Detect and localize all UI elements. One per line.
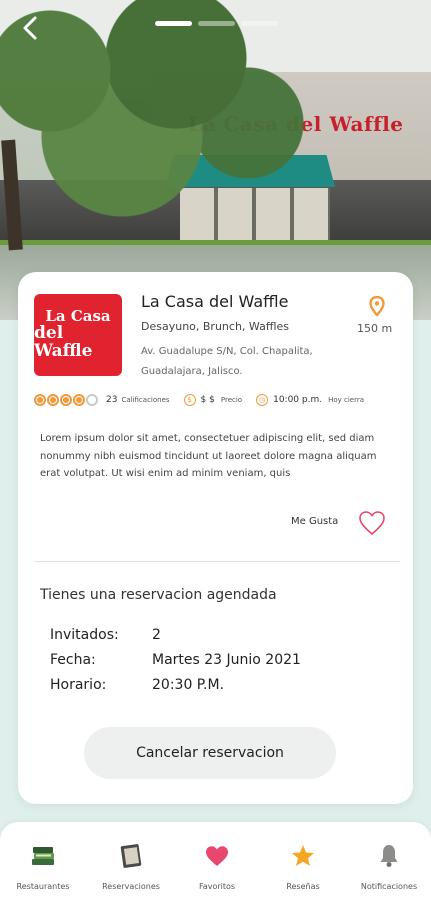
restaurant-description: Lorem ipsum dolor sit amet, consectetuer… <box>40 433 377 479</box>
books-icon <box>29 842 57 870</box>
rating-label: Calificaciones <box>121 396 170 404</box>
pager-dot-3[interactable] <box>241 21 278 26</box>
reservation-title: Tienes una reservacion agendada <box>40 587 277 603</box>
clock-icon: ◷ <box>256 394 269 406</box>
bell-icon <box>375 842 403 870</box>
location-pin-icon[interactable] <box>369 296 385 316</box>
nav-item-restaurantes[interactable]: Restaurantes <box>0 822 86 900</box>
back-button[interactable] <box>14 12 46 44</box>
restaurant-address: Av. Guadalupe S/N, Col. Chapalita, Guada… <box>141 346 313 377</box>
star-filled-icon <box>60 394 72 406</box>
star-empty-icon <box>86 394 98 406</box>
guests-value: 2 <box>152 627 161 643</box>
divider <box>34 561 400 562</box>
distance-text: 150 m <box>357 322 393 335</box>
photo-pager[interactable] <box>155 21 278 26</box>
restaurant-meta-row: 23 Calificaciones $ $ $ Precio ◷ 10:00 p… <box>34 392 404 408</box>
date-label: Fecha: <box>50 652 96 668</box>
nav-label-reservaciones: Reservaciones <box>102 882 160 891</box>
date-value: Martes 23 Junio 2021 <box>152 652 301 668</box>
heart-outline-icon[interactable] <box>358 510 386 536</box>
restaurant-logo: La Casa del Waffle <box>34 294 122 376</box>
rating-count: 23 <box>106 395 118 405</box>
rating-stars <box>34 394 98 406</box>
closing-label: Hoy cierra <box>328 396 365 404</box>
price-value: $ $ <box>200 395 215 405</box>
star-icon <box>289 842 317 870</box>
star-filled-icon <box>47 394 59 406</box>
nav-label-restaurantes: Restaurantes <box>16 882 70 891</box>
price-icon: $ <box>183 394 196 406</box>
restaurant-categories: Desayuno, Brunch, Waffles <box>141 320 289 333</box>
closing-time: 10:00 p.m. <box>273 395 323 405</box>
heart-icon <box>203 842 231 870</box>
restaurant-name: La Casa del Waffle <box>141 292 289 311</box>
pager-dot-2[interactable] <box>198 21 235 26</box>
notebook-icon <box>117 842 145 870</box>
nav-label-favoritos: Favoritos <box>198 882 236 891</box>
back-arrow-icon <box>23 16 37 40</box>
nav-label-notificaciones: Notificaciones <box>360 882 418 891</box>
nav-item-reservaciones[interactable]: Reservaciones <box>88 822 174 900</box>
star-filled-icon <box>73 394 85 406</box>
guests-label: Invitados: <box>50 627 119 643</box>
nav-label-resenas: Reseñas <box>286 882 320 891</box>
time-label: Horario: <box>50 677 107 693</box>
logo-text-line2: del Waffle <box>34 323 93 361</box>
cancel-reservation-button[interactable]: Cancelar reservacion <box>84 727 336 779</box>
time-value: 20:30 P.M. <box>152 677 225 693</box>
hero-tree <box>0 0 320 240</box>
bottom-nav: Restaurantes Reservaciones Favoritos Res… <box>0 822 431 900</box>
star-filled-icon <box>34 394 46 406</box>
nav-item-notificaciones[interactable]: Notificaciones <box>346 822 431 900</box>
nav-item-resenas[interactable]: Reseñas <box>260 822 346 900</box>
like-label: Me Gusta <box>291 516 339 527</box>
price-label: Precio <box>220 396 243 404</box>
restaurant-card: La Casa del Waffle La Casa del Waffle De… <box>18 272 413 804</box>
nav-item-favoritos[interactable]: Favoritos <box>174 822 260 900</box>
pager-dot-1[interactable] <box>155 21 192 26</box>
